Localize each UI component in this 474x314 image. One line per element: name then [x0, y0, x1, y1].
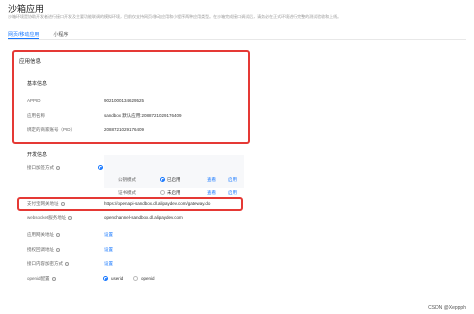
gateway-value: https://openapi-sandbox.dl.alipaydev.com…: [104, 201, 211, 206]
app-type-tabs: 网页/移动应用 小程序: [8, 28, 466, 40]
basic-info-title: 基本信息: [27, 81, 48, 87]
dev-info-title: 开发信息: [27, 152, 48, 158]
pubkey-mode-status: 已启用: [167, 177, 181, 182]
watermark: CSDN @Xeppph: [428, 305, 466, 311]
openid-label-text: openid配置: [27, 276, 50, 281]
info-icon: [56, 165, 60, 170]
cert-mode-radio[interactable]: [160, 190, 165, 195]
info-icon: [65, 261, 69, 266]
auth-callback-set-link[interactable]: 设置: [104, 247, 113, 253]
openid-userid-label: userid: [111, 276, 124, 281]
encryption-label-text: 接口内容加密方式: [27, 261, 63, 266]
pubkey-mode-label: 公钥模式: [118, 177, 136, 182]
info-icon: [56, 232, 60, 237]
pubkey-enable-link[interactable]: 启用: [228, 177, 237, 183]
info-icon: [68, 215, 73, 220]
websocket-label-text: websocket服务地址: [27, 215, 67, 220]
tab-web-mobile[interactable]: 网页/移动应用: [8, 28, 40, 39]
auth-callback-label: 授权回调地址: [27, 247, 60, 253]
signing-label-text: 接口加签方式: [27, 165, 54, 170]
appid-label: APPID: [27, 98, 41, 103]
pid-label: 绑定的商家账号（PID）: [27, 127, 76, 132]
encryption-set-link[interactable]: 设置: [104, 261, 113, 267]
info-icon: [56, 247, 60, 252]
websocket-label: websocket服务地址: [27, 215, 73, 221]
pubkey-mode-radio[interactable]: [160, 177, 165, 182]
websocket-value: openchannel-sandbox.dl.alipaydev.com: [104, 215, 183, 220]
encryption-label: 接口内容加密方式: [27, 261, 69, 267]
signing-label: 接口加签方式: [27, 165, 60, 171]
cert-view-link[interactable]: 查看: [207, 190, 216, 196]
app-name-value: sandbox 默认应用:2088721029176409: [104, 113, 182, 118]
auth-callback-label-text: 授权回调地址: [27, 247, 54, 252]
tab-mini-program[interactable]: 小程序: [53, 28, 68, 39]
app-info-title: 应用信息: [19, 59, 42, 65]
app-gateway-label-text: 应用网关地址: [27, 232, 54, 237]
cert-mode-status: 未启用: [167, 190, 181, 195]
gateway-label-text: 支付宝网关地址: [27, 201, 59, 206]
page-description: 沙箱环境是协助开发者进行接口开发及主要功能联调的模拟环境，目前仅支持网页/移动应…: [8, 14, 342, 19]
app-gateway-set-link[interactable]: 设置: [104, 232, 113, 238]
openid-label: openid配置: [27, 276, 56, 282]
gateway-label: 支付宝网关地址: [27, 201, 65, 207]
pubkey-view-link[interactable]: 查看: [207, 177, 216, 183]
app-gateway-label: 应用网关地址: [27, 232, 60, 238]
signing-system-radio[interactable]: [98, 165, 103, 170]
openid-openid-radio[interactable]: [133, 276, 138, 281]
openid-openid-label: openid: [141, 276, 155, 281]
pid-value: 2088721029176409: [104, 127, 145, 132]
key-mode-panel: [104, 155, 244, 188]
cert-mode-label: 证书模式: [118, 190, 136, 195]
appid-value: 9021000134629525: [104, 98, 145, 103]
cert-enable-link[interactable]: 启用: [228, 190, 237, 196]
openid-userid-radio[interactable]: [103, 276, 108, 281]
info-icon: [60, 201, 65, 206]
app-name-label: 应用名称: [27, 113, 45, 118]
info-icon: [51, 276, 56, 281]
